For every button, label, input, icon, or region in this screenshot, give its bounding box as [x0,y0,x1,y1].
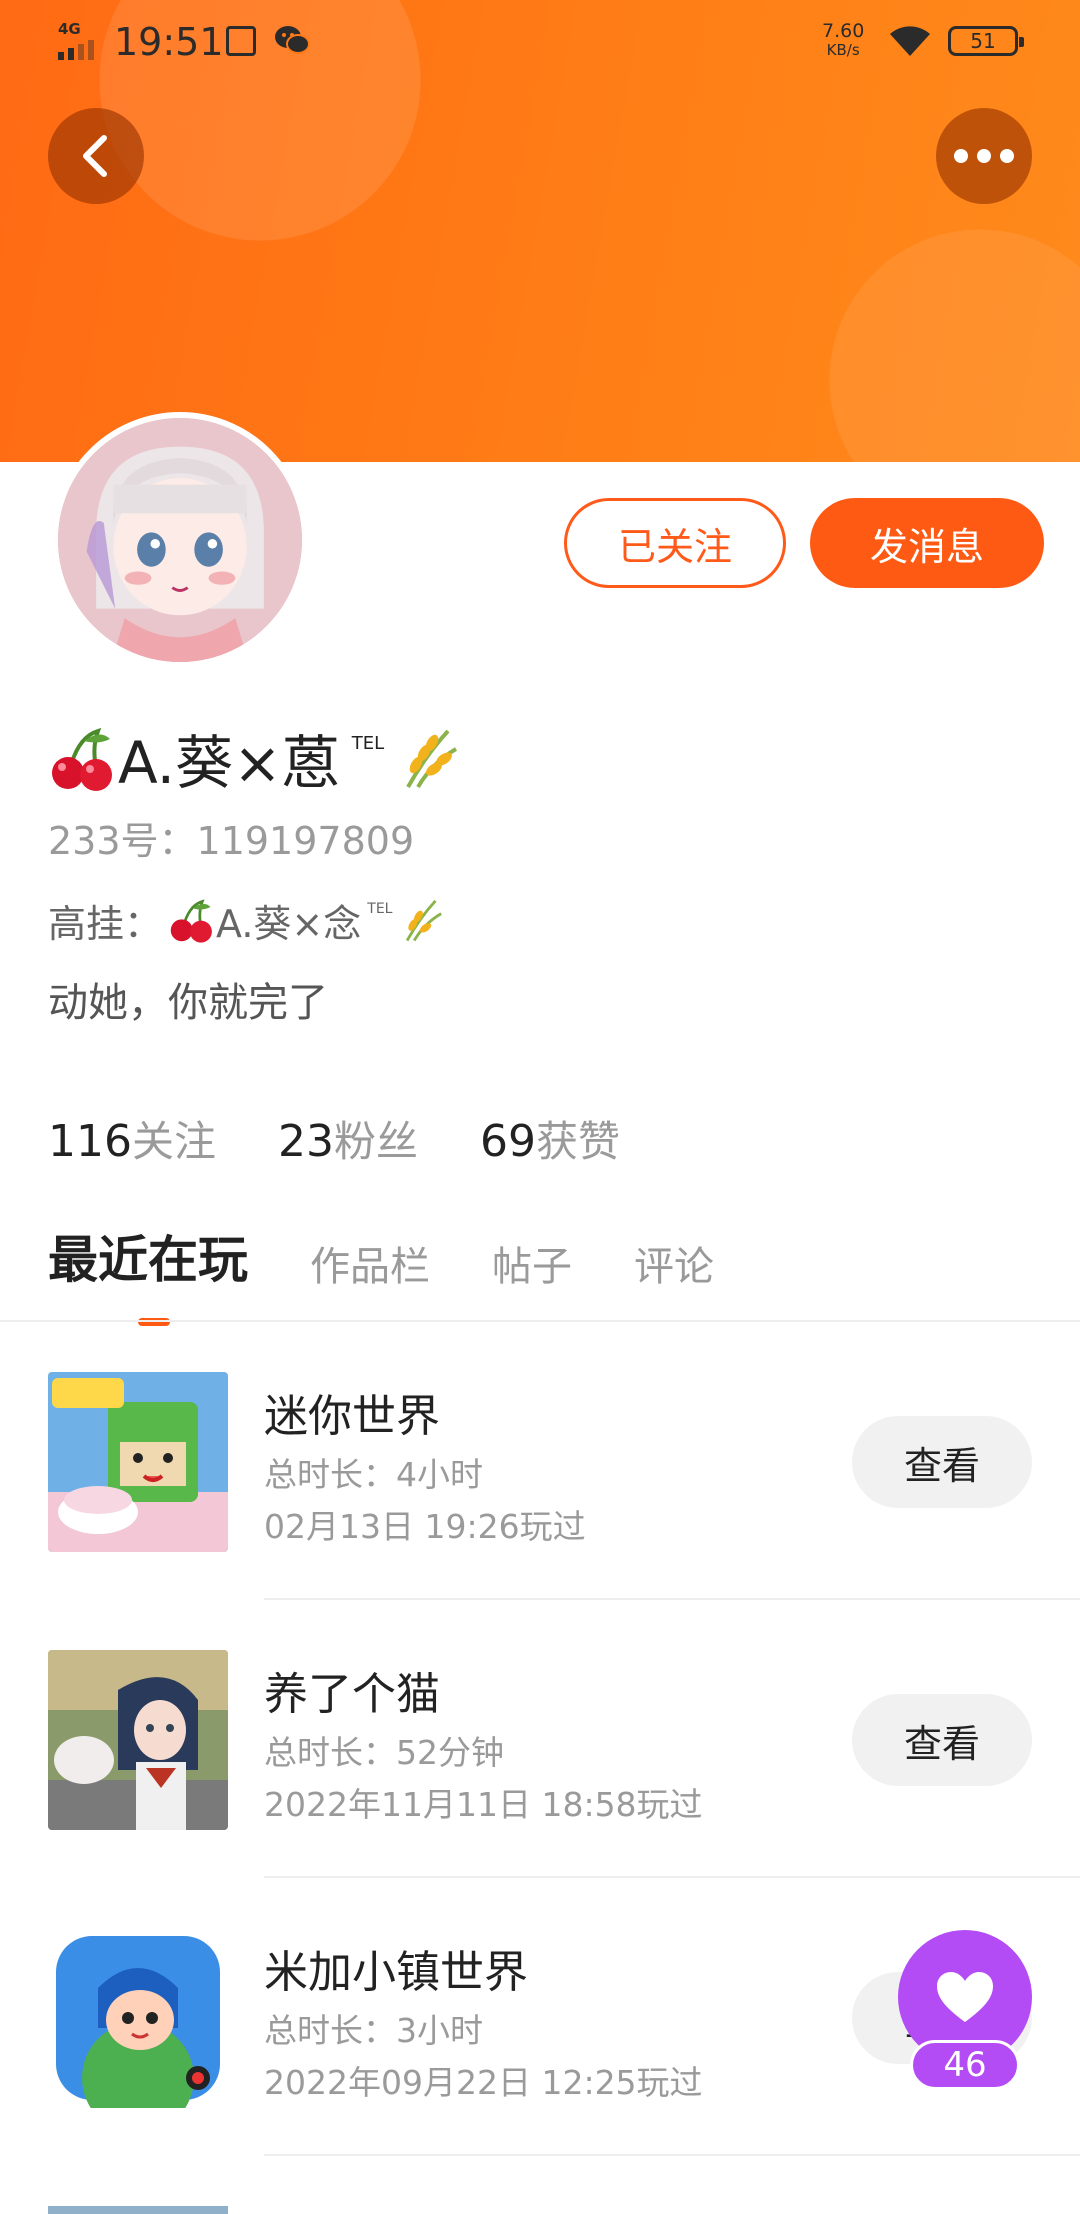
avatar-illustration [58,418,302,662]
wheat-icon [406,729,458,789]
divider [264,2154,1080,2156]
network-speed: 7.60 KB/s [822,22,864,60]
list-item-peek [48,2206,228,2214]
stat-label: 获赞 [536,1117,621,1166]
wheat-icon [406,899,443,942]
followed-button[interactable]: 已关注 [564,498,786,588]
user-id: 233号：119197809 [48,819,415,863]
list-item[interactable]: 养了个猫 总时长：52分钟 2022年11月11日 18:58玩过 查看 [0,1600,1080,1878]
stat-value: 116 [48,1116,132,1167]
heart-icon [937,1972,993,2022]
tab-recently-played[interactable]: 最近在玩 [48,1220,248,1326]
wechat-icon [275,26,310,54]
game-last-played: 02月13日 19:26玩过 [264,1507,586,1546]
game-thumbnail [48,1372,228,1552]
game-thumbnail [48,1650,228,1830]
game-title: 迷你世界 [264,1391,440,1442]
game-title: 米加小镇世界 [264,1947,528,1998]
game-duration: 总时长：52分钟 [264,1733,504,1772]
status-bar: 4G 19:51 7.60 KB/s 51 [0,0,1080,90]
more-button[interactable] [936,108,1032,204]
notification-icon [226,26,256,56]
wifi-icon [890,26,930,56]
stat-value: 69 [480,1116,537,1167]
stat-likes[interactable]: 69获赞 [480,1108,620,1169]
list-item[interactable]: 迷你世界 总时长：4小时 02月13日 19:26玩过 查看 [0,1322,1080,1600]
chevron-left-icon [83,135,107,177]
status-time: 19:51 [114,20,224,64]
cherry-icon [52,727,112,791]
bio-prefix: 高挂： [48,901,163,946]
username-suffix: TEL [351,732,385,754]
cherry-icon [170,899,212,943]
back-button[interactable] [48,108,144,204]
stat-fans[interactable]: 23粉丝 [278,1108,418,1169]
bio-name: A.葵×念 [216,901,362,946]
stat-value: 23 [278,1116,334,1167]
avatar[interactable] [52,412,308,668]
username-text: A.葵×蒽 [118,729,340,797]
network-type: 4G [58,20,81,38]
stat-label: 粉丝 [334,1117,419,1166]
game-icon [56,1936,220,2108]
speed-value: 7.60 [822,20,865,42]
speed-unit: KB/s [826,41,860,59]
tab-comments[interactable]: 评论 [634,1234,714,1292]
bio-line-2: 动她，你就完了 [48,980,328,1026]
tab-works[interactable]: 作品栏 [310,1234,430,1292]
view-button[interactable]: 查看 [852,1694,1032,1786]
like-count-badge: 46 [910,2040,1020,2090]
game-duration: 总时长：3小时 [264,2011,483,2050]
game-icon [48,1650,228,1830]
view-button[interactable]: 查看 [852,1416,1032,1508]
game-thumbnail [48,1928,228,2108]
game-last-played: 2022年09月22日 12:25玩过 [264,2063,703,2102]
stat-label: 关注 [131,1117,216,1166]
bio-suffix: TEL [367,901,393,917]
battery-indicator: 51 [948,26,1024,56]
profile-tabs: 最近在玩 作品栏 帖子 评论 [48,1220,714,1326]
game-title: 养了个猫 [264,1669,440,1720]
game-duration: 总时长：4小时 [264,1455,483,1494]
stat-following[interactable]: 116关注 [48,1108,216,1169]
bio-line-1: 高挂： A.葵×念 TEL [48,892,444,948]
username: A.葵×蒽 TEL [48,718,460,798]
tab-posts[interactable]: 帖子 [492,1234,572,1292]
signal-icon [58,38,104,60]
send-message-button[interactable]: 发消息 [810,498,1044,588]
game-last-played: 2022年11月11日 18:58玩过 [264,1785,703,1824]
profile-stats: 116关注 23粉丝 69获赞 [48,1108,620,1169]
game-icon [48,1372,228,1552]
more-dots-icon [954,149,1014,163]
